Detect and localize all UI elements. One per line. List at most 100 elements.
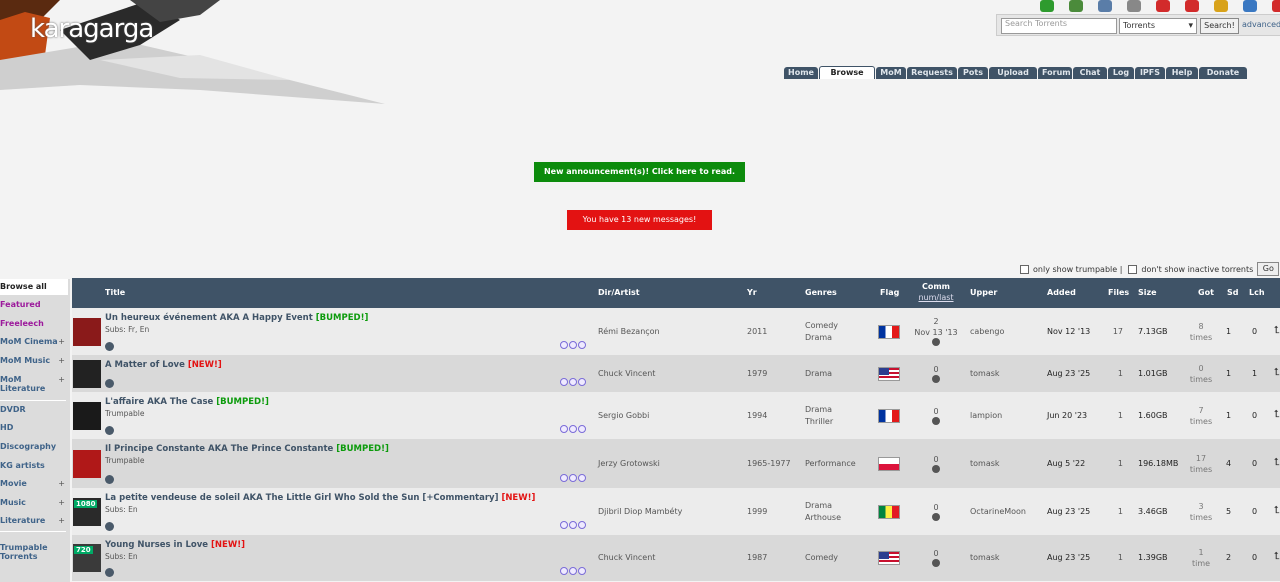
add-icon[interactable] — [578, 521, 586, 529]
artist-link[interactable]: Rémi Bezançon — [598, 327, 660, 336]
torrent-title[interactable]: La petite vendeuse de soleil AKA The Lit… — [105, 493, 498, 503]
col-yr[interactable]: Yr — [747, 288, 757, 297]
report-arrow-icon[interactable]: ⮤ — [1274, 551, 1280, 562]
seeders-count[interactable]: 1 — [1226, 369, 1231, 378]
sidebar-item-featured[interactable]: Featured — [0, 300, 68, 309]
leechers-count[interactable]: 0 — [1252, 553, 1257, 562]
seeders-count[interactable]: 5 — [1226, 507, 1231, 516]
artist-link[interactable]: Djibril Diop Mambéty — [598, 507, 682, 516]
lifebuoy-icon[interactable] — [1156, 0, 1170, 12]
uploader-link[interactable]: tomask — [970, 553, 1000, 562]
comment-count[interactable]: 0 — [933, 407, 938, 416]
sidebar-item-mom[interactable]: MoM Literature + — [0, 375, 68, 393]
col-lch[interactable]: Lch — [1249, 288, 1265, 297]
heart-icon[interactable] — [1185, 0, 1199, 12]
bookmark-icon[interactable] — [569, 567, 577, 575]
tab-home[interactable]: Home — [784, 67, 818, 79]
dollar-icon[interactable] — [1040, 0, 1054, 12]
col-upper[interactable]: Upper — [970, 288, 997, 297]
tab-pots[interactable]: Pots — [958, 67, 988, 79]
sidebar-item-hd[interactable]: HD — [0, 423, 68, 432]
add-icon[interactable] — [578, 425, 586, 433]
report-arrow-icon[interactable]: ⮤ — [1274, 409, 1280, 420]
file-count[interactable]: 1 — [1107, 507, 1123, 516]
comment-count[interactable]: 0 — [933, 365, 938, 374]
tab-upload[interactable]: Upload — [989, 67, 1037, 79]
info-icon[interactable] — [560, 341, 568, 349]
torrent-title-link[interactable]: L'affaire AKA The Case [BUMPED!] — [105, 397, 269, 407]
col-comm[interactable]: Comm num/last — [914, 281, 958, 303]
file-count[interactable]: 17 — [1107, 327, 1123, 336]
artist-link[interactable]: Chuck Vincent — [598, 553, 655, 562]
download-icon[interactable] — [105, 342, 114, 351]
col-got[interactable]: Got — [1198, 288, 1214, 297]
torrent-title-link[interactable]: La petite vendeuse de soleil AKA The Lit… — [105, 493, 535, 503]
col-artist[interactable]: Dir/Artist — [598, 288, 640, 297]
info-icon[interactable] — [560, 425, 568, 433]
genre-link[interactable]: Drama — [805, 501, 832, 510]
expand-plus-icon[interactable]: + — [58, 479, 65, 488]
seeders-count[interactable]: 1 — [1226, 411, 1231, 420]
report-arrow-icon[interactable]: ⮤ — [1274, 325, 1280, 336]
comment-count[interactable]: 0 — [933, 455, 938, 464]
comments-cell[interactable]: 0 — [914, 454, 958, 476]
info-icon[interactable] — [560, 521, 568, 529]
download-icon[interactable] — [105, 475, 114, 484]
bookmark-icon[interactable] — [569, 521, 577, 529]
artist-link[interactable]: Chuck Vincent — [598, 369, 655, 378]
sidebar-item-dvdr[interactable]: DVDR — [0, 405, 68, 414]
leechers-count[interactable]: 1 — [1252, 369, 1257, 378]
tab-donate[interactable]: Donate — [1199, 67, 1247, 79]
announcement-banner[interactable]: New announcement(s)! Click here to read. — [534, 162, 745, 182]
file-count[interactable]: 1 — [1107, 411, 1123, 420]
seeders-count[interactable]: 4 — [1226, 459, 1231, 468]
info-icon[interactable] — [560, 567, 568, 575]
expand-plus-icon[interactable]: + — [58, 498, 65, 507]
sidebar-item-browse-all[interactable]: Browse all — [0, 279, 68, 295]
genre-link[interactable]: Arthouse — [805, 513, 841, 522]
uploader-link[interactable]: lampion — [970, 411, 1002, 420]
file-count[interactable]: 1 — [1107, 553, 1123, 562]
trumpable-checkbox[interactable] — [1020, 264, 1029, 274]
torrent-title-link[interactable]: Young Nurses in Love [NEW!] — [105, 540, 245, 550]
comment-icon[interactable] — [932, 464, 940, 473]
artist-link[interactable]: Jerzy Grotowski — [598, 459, 660, 468]
leechers-count[interactable]: 0 — [1252, 327, 1257, 336]
comment-count[interactable]: 2 — [933, 317, 938, 326]
download-icon[interactable] — [105, 522, 114, 531]
tab-ipfs[interactable]: IPFS — [1135, 67, 1165, 79]
search-category-select[interactable]: Torrents — [1119, 18, 1197, 34]
comments-cell[interactable]: 0 — [914, 364, 958, 386]
tab-mom[interactable]: MoM — [876, 67, 906, 79]
seeders-count[interactable]: 2 — [1226, 553, 1231, 562]
torrent-title-link[interactable]: Il Principe Constante AKA The Prince Con… — [105, 444, 389, 454]
tab-requests[interactable]: Requests — [907, 67, 957, 79]
comment-icon[interactable] — [932, 512, 940, 521]
torrent-thumbnail[interactable] — [73, 317, 101, 346]
report-arrow-icon[interactable]: ⮤ — [1274, 505, 1280, 516]
torrent-thumbnail[interactable] — [73, 449, 101, 478]
comment-icon[interactable] — [932, 337, 940, 346]
bookmark-icon[interactable] — [569, 378, 577, 386]
genre-link[interactable]: Thriller — [805, 417, 833, 426]
expand-plus-icon[interactable]: + — [58, 516, 65, 525]
add-icon[interactable] — [578, 474, 586, 482]
file-count[interactable]: 1 — [1107, 369, 1123, 378]
tab-forum[interactable]: Forum — [1038, 67, 1072, 79]
comments-cell[interactable]: 0 — [914, 548, 958, 570]
comment-count[interactable]: 0 — [933, 503, 938, 512]
report-arrow-icon[interactable]: ⮤ — [1274, 367, 1280, 378]
snatch-count[interactable]: 1 time — [1186, 547, 1216, 569]
bookmark-icon[interactable] — [569, 474, 577, 482]
torrent-title[interactable]: L'affaire AKA The Case — [105, 397, 213, 407]
genre-link[interactable]: Comedy — [805, 321, 838, 330]
sidebar-item-kg-artists[interactable]: KG artists — [0, 461, 68, 470]
expand-plus-icon[interactable]: + — [58, 356, 65, 365]
comments-cell[interactable]: 0 — [914, 502, 958, 524]
col-comm-sub[interactable]: num/last — [918, 293, 953, 302]
last-comment-date[interactable]: Nov 13 '13 — [914, 328, 957, 337]
seeders-count[interactable]: 1 — [1226, 327, 1231, 336]
sidebar-item-discography[interactable]: Discography — [0, 442, 68, 451]
torrent-title[interactable]: Young Nurses in Love — [105, 540, 208, 550]
col-files[interactable]: Files — [1108, 288, 1129, 297]
